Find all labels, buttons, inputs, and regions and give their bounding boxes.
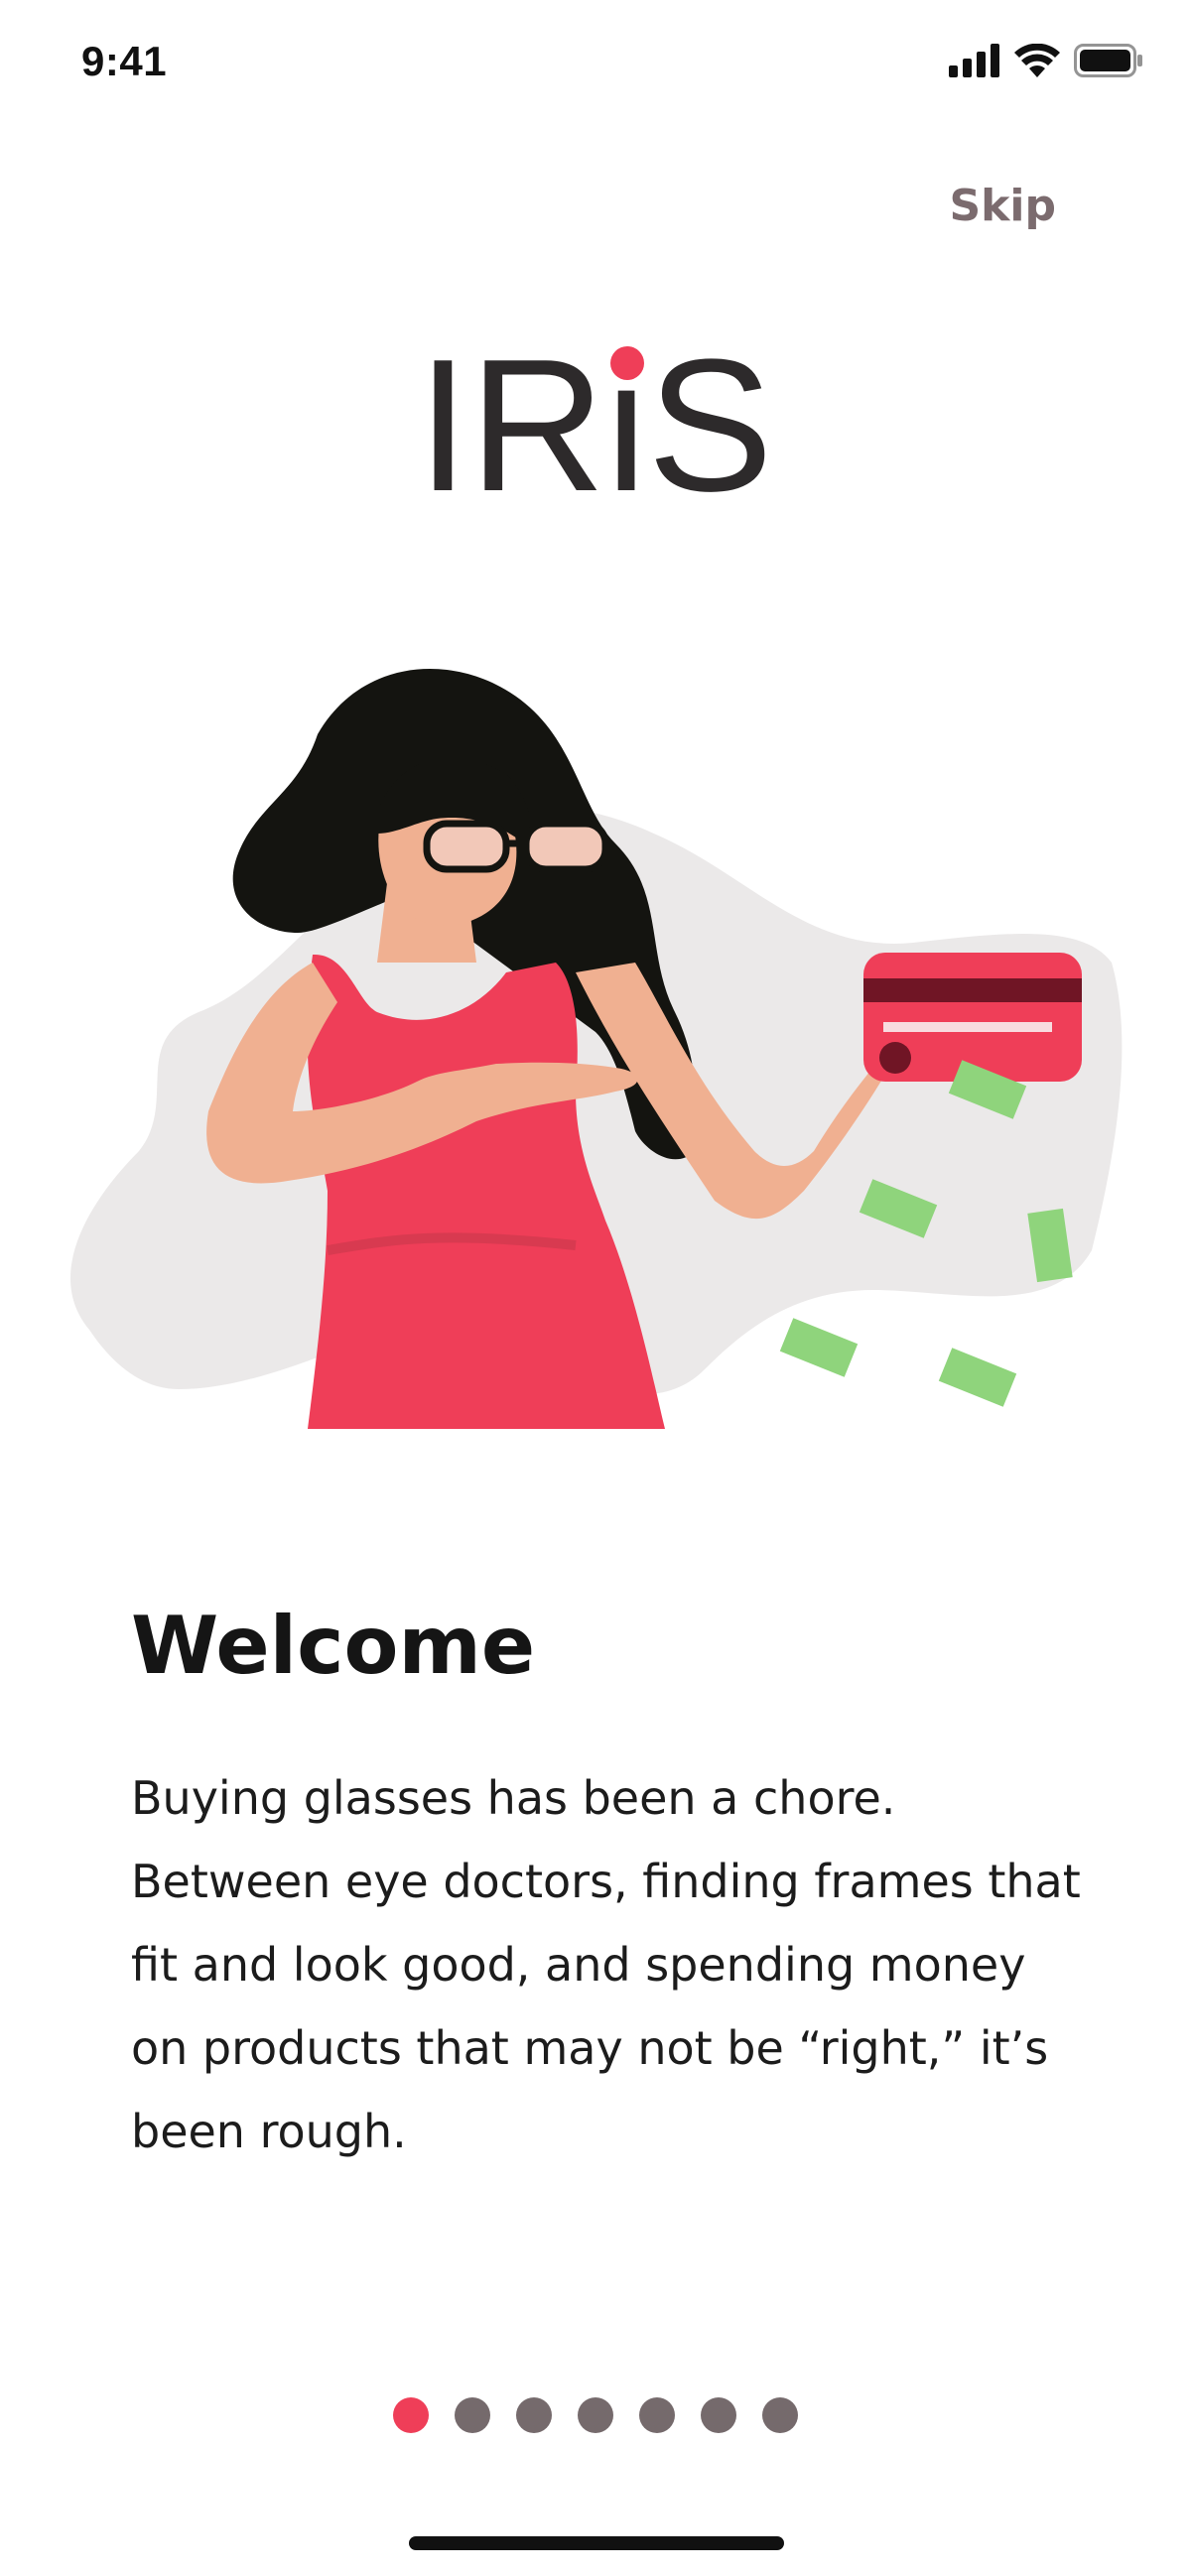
home-indicator[interactable] bbox=[409, 2536, 784, 2550]
page-dot-7[interactable] bbox=[762, 2397, 798, 2433]
status-icons bbox=[949, 44, 1143, 77]
page-dot-3[interactable] bbox=[516, 2397, 552, 2433]
page-dot-6[interactable] bbox=[701, 2397, 736, 2433]
iris-logo: IRiS bbox=[417, 335, 773, 504]
page-dot-5[interactable] bbox=[639, 2397, 675, 2433]
battery-icon bbox=[1074, 44, 1142, 77]
wifi-icon bbox=[1014, 44, 1060, 77]
woman-with-credit-card-illustration bbox=[69, 669, 1123, 1429]
page-dot-2[interactable] bbox=[455, 2397, 490, 2433]
page-dot-4[interactable] bbox=[578, 2397, 613, 2433]
cellular-signal-icon bbox=[949, 44, 999, 77]
onboarding-title: Welcome bbox=[131, 1600, 536, 1692]
pagination-dots bbox=[0, 2397, 1191, 2433]
logo-text: IRiS bbox=[417, 335, 773, 504]
onboarding-description: Buying glasses has been a chore. Between… bbox=[131, 1771, 1081, 2158]
status-bar: 9:41 bbox=[0, 0, 1191, 129]
status-time: 9:41 bbox=[81, 38, 168, 84]
skip-button[interactable]: Skip bbox=[949, 181, 1056, 231]
credit-card-icon bbox=[863, 953, 1082, 1082]
page-dot-1[interactable] bbox=[393, 2397, 429, 2433]
